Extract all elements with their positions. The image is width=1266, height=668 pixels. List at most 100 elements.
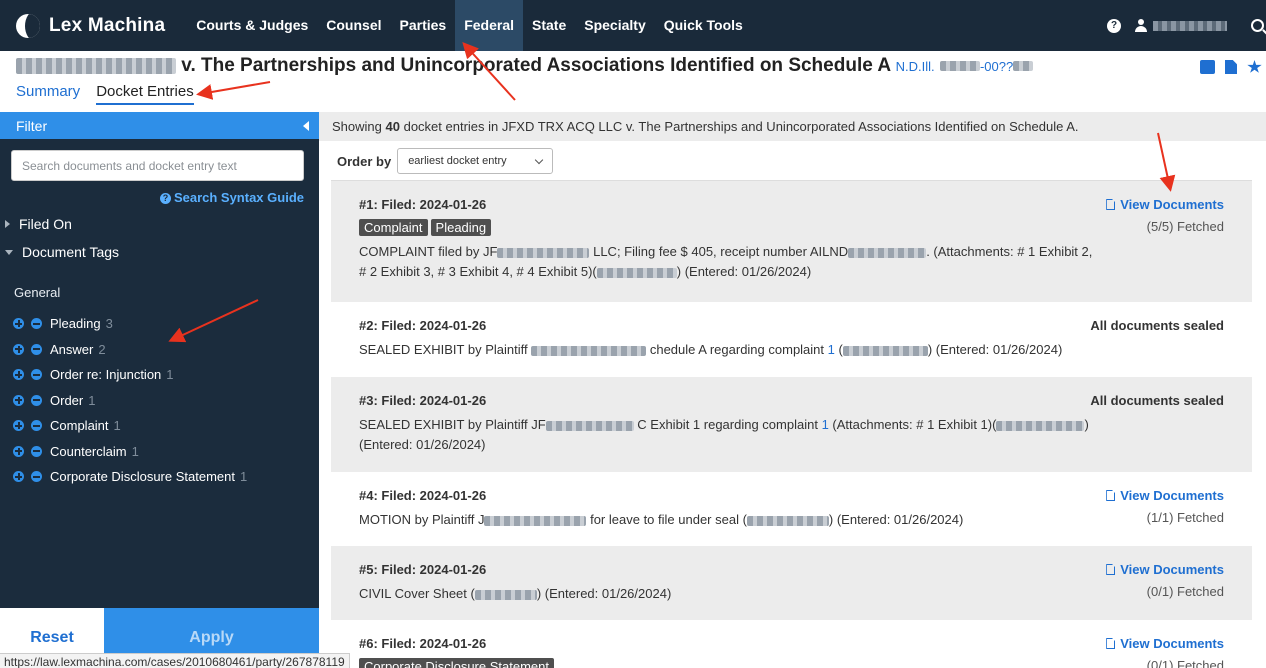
redacted-party-name xyxy=(16,57,176,74)
caret-down-icon xyxy=(5,249,13,255)
minus-circle-icon[interactable] xyxy=(31,343,42,355)
collapse-left-icon[interactable] xyxy=(303,120,309,131)
general-tags-label: General xyxy=(14,285,61,300)
order-by-select[interactable]: earliest docket entry xyxy=(397,148,554,174)
filter-title: Filter xyxy=(16,117,48,134)
complaint-link[interactable]: 1 xyxy=(822,417,829,432)
lex-machina-logo-icon xyxy=(16,13,40,38)
minus-circle-icon[interactable] xyxy=(31,369,42,381)
plus-circle-icon[interactable] xyxy=(13,420,24,432)
question-circle-icon: ? xyxy=(159,193,171,205)
entry-text: CIVIL Cover Sheet () (Entered: 01/26/202… xyxy=(359,586,672,601)
brand-logo[interactable]: Lex Machina xyxy=(16,13,165,38)
docket-entry: #1: Filed: 2024-01-26 Complaint Pleading… xyxy=(331,181,1252,302)
docket-entry: #3: Filed: 2024-01-26 SEALED EXHIBIT by … xyxy=(331,377,1252,472)
user-icon[interactable] xyxy=(1135,18,1147,33)
top-navbar: Lex Machina Courts & Judges Counsel Part… xyxy=(0,0,1266,51)
minus-circle-icon[interactable] xyxy=(31,420,42,432)
document-icon xyxy=(1106,490,1116,501)
nav-federal[interactable]: Federal xyxy=(455,0,524,51)
document-tags-section[interactable]: Document Tags xyxy=(0,243,319,261)
docket-search-input[interactable] xyxy=(11,150,304,181)
entry-heading: #5: Filed: 2024-01-26 xyxy=(359,562,487,577)
entry-text: COMPLAINT filed by JF LLC; Filing fee $ … xyxy=(359,244,1093,279)
entry-heading: #1: Filed: 2024-01-26 xyxy=(359,197,487,212)
file-icon[interactable] xyxy=(1225,60,1237,74)
case-actions xyxy=(1200,60,1262,74)
case-court[interactable]: N.D.Ill. xyxy=(896,59,935,74)
entry-count: 40 xyxy=(385,119,400,134)
case-title-text: v. The Partnerships and Unincorporated A… xyxy=(181,55,891,76)
nav-counsel[interactable]: Counsel xyxy=(317,0,390,51)
tag-row-order: Order 1 xyxy=(13,388,319,414)
complaint-link[interactable]: 1 xyxy=(828,342,835,357)
plus-circle-icon[interactable] xyxy=(13,471,24,483)
view-documents-link[interactable]: View Documents xyxy=(1106,562,1224,577)
results-summary: Showing 40 docket entries in JFXD TRX AC… xyxy=(319,112,1266,141)
docket-entry: #5: Filed: 2024-01-26 CIVIL Cover Sheet … xyxy=(331,546,1252,620)
tag-row-order-injunction: Order re: Injunction 1 xyxy=(13,362,319,388)
user-name-redacted[interactable] xyxy=(1153,20,1227,31)
nav-courts-judges[interactable]: Courts & Judges xyxy=(187,0,317,51)
entry-actions: All documents sealed xyxy=(1090,318,1224,333)
search-icon[interactable] xyxy=(1251,19,1264,32)
arrow-to-docket-tab xyxy=(196,81,271,100)
case-number: -00?? xyxy=(979,59,1014,74)
nav-state[interactable]: State xyxy=(523,0,575,51)
fetched-status: (0/1) Fetched xyxy=(1146,584,1224,599)
tag-row-answer: Answer 2 xyxy=(13,337,319,363)
caret-right-icon xyxy=(5,220,10,228)
nav-parties[interactable]: Parties xyxy=(391,0,456,51)
minus-circle-icon[interactable] xyxy=(31,471,42,483)
case-title: v. The Partnerships and Unincorporated A… xyxy=(16,55,1034,77)
nav-specialty[interactable]: Specialty xyxy=(575,0,654,51)
case-tabs: Summary Docket Entries xyxy=(16,83,194,105)
order-by-row: Order by earliest docket entry xyxy=(319,141,1266,174)
entry-tags: Corporate Disclosure Statement xyxy=(359,658,1224,668)
document-icon xyxy=(1106,564,1116,575)
view-documents-link[interactable]: View Documents xyxy=(1106,197,1224,212)
fetched-status: (1/1) Fetched xyxy=(1146,510,1224,525)
entry-actions: View Documents (0/1) Fetched xyxy=(1106,562,1224,599)
tab-summary[interactable]: Summary xyxy=(16,83,80,105)
tag-list: Pleading 3 Answer 2 Order re: Injunction 1 … xyxy=(13,311,319,490)
status-bar-url: https://law.lexmachina.com/cases/2010680… xyxy=(0,653,350,668)
sealed-status: All documents sealed xyxy=(1090,393,1224,408)
docket-main: Showing 40 docket entries in JFXD TRX AC… xyxy=(319,112,1266,668)
plus-circle-icon[interactable] xyxy=(13,394,24,406)
document-icon xyxy=(1106,638,1116,649)
minus-circle-icon[interactable] xyxy=(31,318,42,330)
filter-header: Filter xyxy=(0,112,319,139)
nav-quick-tools[interactable]: Quick Tools xyxy=(655,0,752,51)
filter-sidebar: Filter ?Search Syntax Guide Filed On Doc… xyxy=(0,112,319,668)
chevron-down-icon xyxy=(534,155,544,164)
view-documents-link[interactable]: View Documents xyxy=(1106,488,1224,503)
docket-entry: #2: Filed: 2024-01-26 SEALED EXHIBIT by … xyxy=(331,302,1252,377)
entry-actions: View Documents (0/1) Fetched xyxy=(1106,636,1224,668)
entry-text: SEALED EXHIBIT by Plaintiff JF C Exhibit… xyxy=(359,417,1089,452)
order-by-label: Order by xyxy=(337,153,392,169)
search-syntax-guide-link[interactable]: ? Search Syntax Guide xyxy=(0,190,304,205)
plus-circle-icon[interactable] xyxy=(13,343,24,355)
document-icon xyxy=(1106,199,1116,210)
tag-row-corporate-disclosure: Corporate Disclosure Statement 1 xyxy=(13,464,319,490)
entry-actions: All documents sealed xyxy=(1090,393,1224,408)
docket-entry: #6: Filed: 2024-01-26 Corporate Disclosu… xyxy=(331,620,1252,668)
plus-circle-icon[interactable] xyxy=(13,369,24,381)
minus-circle-icon[interactable] xyxy=(31,394,42,406)
envelope-icon[interactable] xyxy=(1200,60,1215,74)
plus-circle-icon[interactable] xyxy=(13,318,24,330)
tab-docket-entries[interactable]: Docket Entries xyxy=(96,83,194,105)
minus-circle-icon[interactable] xyxy=(31,445,42,457)
view-documents-link[interactable]: View Documents xyxy=(1106,636,1224,651)
plus-circle-icon[interactable] xyxy=(13,445,24,457)
docket-entry: #4: Filed: 2024-01-26 MOTION by Plaintif… xyxy=(331,472,1252,546)
filed-on-section[interactable]: Filed On xyxy=(0,215,319,233)
question-circle-icon[interactable]: ? xyxy=(1107,18,1121,33)
entry-heading: #6: Filed: 2024-01-26 xyxy=(359,636,487,651)
tag-row-complaint: Complaint 1 xyxy=(13,413,319,439)
tag-badge: Corporate Disclosure Statement xyxy=(359,658,554,668)
tag-row-pleading: Pleading 3 xyxy=(13,311,319,337)
star-icon[interactable] xyxy=(1247,60,1262,73)
fetched-status: (0/1) Fetched xyxy=(1146,658,1224,668)
